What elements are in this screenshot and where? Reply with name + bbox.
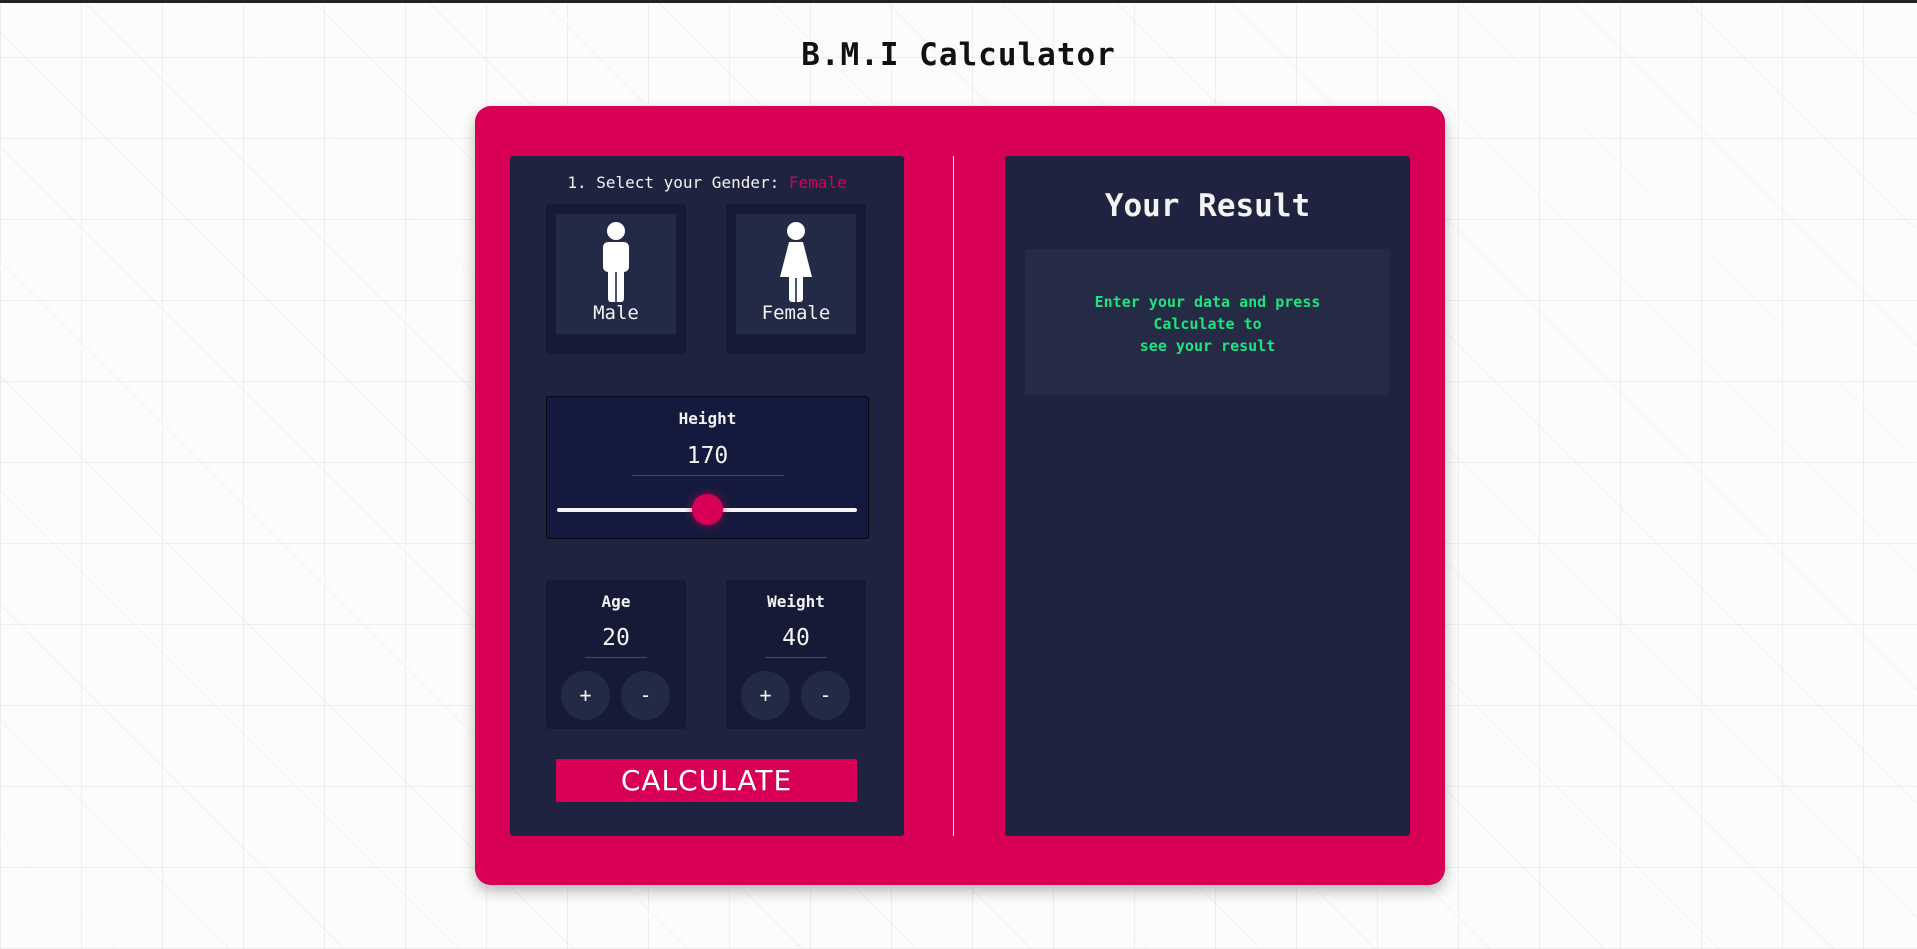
age-decrement-button[interactable]: -	[621, 671, 670, 720]
male-button[interactable]: Male	[556, 214, 676, 334]
height-card: Height 170	[546, 396, 869, 539]
gender-option-female: Female	[726, 204, 866, 354]
result-message: Enter your data and press Calculate to s…	[1025, 291, 1390, 357]
male-icon	[603, 222, 629, 302]
gender-prompt: 1. Select your Gender: Female	[510, 173, 904, 192]
input-panel: 1. Select your Gender: Female Male Femal…	[510, 156, 904, 836]
panel-divider	[953, 156, 954, 836]
gender-prompt-label: 1. Select your Gender:	[567, 173, 780, 192]
height-slider-thumb[interactable]	[691, 494, 723, 525]
calculate-button[interactable]: CALCULATE	[556, 759, 857, 802]
weight-card: Weight 40 + -	[726, 580, 866, 729]
calculator-card: 1. Select your Gender: Female Male Femal…	[475, 106, 1445, 885]
female-button[interactable]: Female	[736, 214, 856, 334]
weight-increment-button[interactable]: +	[741, 671, 790, 720]
gender-option-male: Male	[546, 204, 686, 354]
age-input[interactable]: 20	[585, 625, 647, 658]
result-panel: Your Result Enter your data and press Ca…	[1005, 156, 1410, 836]
height-input[interactable]: 170	[631, 443, 784, 476]
result-title: Your Result	[1104, 188, 1311, 224]
weight-input[interactable]: 40	[765, 625, 827, 658]
selected-gender: Female	[788, 173, 847, 192]
age-increment-button[interactable]: +	[561, 671, 610, 720]
female-icon	[780, 222, 812, 302]
female-label: Female	[761, 302, 831, 324]
weight-decrement-button[interactable]: -	[801, 671, 850, 720]
page-title: B.M.I Calculator	[801, 37, 1116, 73]
result-box: Enter your data and press Calculate to s…	[1025, 249, 1390, 395]
result-line-1: Enter your data and press	[1094, 293, 1321, 311]
result-line-3: see your result	[1139, 337, 1276, 355]
age-card: Age 20 + -	[546, 580, 686, 729]
male-label: Male	[593, 302, 639, 324]
result-line-2: Calculate to	[1153, 315, 1262, 333]
age-title: Age	[601, 592, 631, 611]
height-title: Height	[678, 409, 737, 428]
weight-title: Weight	[767, 592, 825, 611]
